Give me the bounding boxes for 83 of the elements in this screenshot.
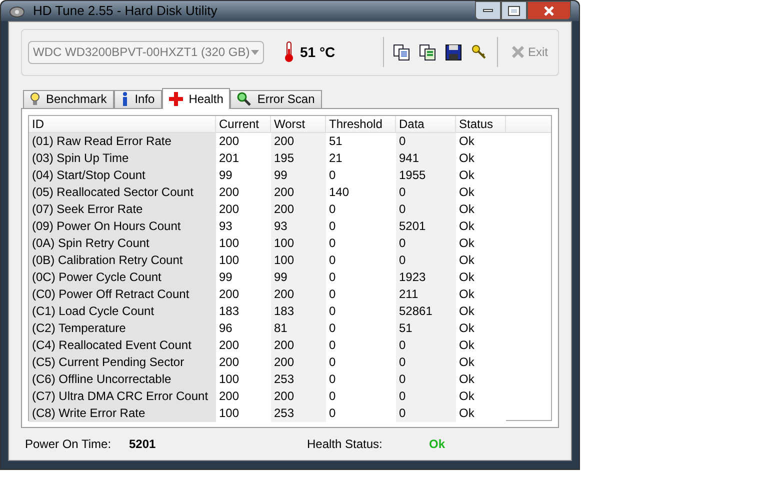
thermometer-icon — [284, 41, 294, 63]
close-button[interactable] — [527, 1, 571, 20]
table-cell: (C7) Ultra DMA CRC Error Count — [29, 388, 216, 404]
column-header[interactable]: Current — [216, 116, 271, 132]
power-on-label: Power On Time: — [25, 436, 112, 452]
table-cell: 1955 — [396, 166, 456, 184]
cross-icon — [168, 92, 183, 106]
drive-dropdown[interactable]: WDC WD3200BPVT-00HXZT1 (320 GB) — [28, 40, 264, 64]
table-cell: 0 — [396, 354, 456, 370]
table-cell: 195 — [271, 150, 326, 166]
column-header[interactable]: Status — [456, 116, 506, 132]
table-cell: 93 — [271, 218, 326, 234]
table-cell: 200 — [271, 354, 326, 370]
column-header[interactable]: Worst — [271, 116, 326, 132]
tab[interactable]: Health — [162, 88, 230, 108]
table-cell: (C8) Write Error Rate — [29, 404, 216, 422]
table-cell: (C5) Current Pending Sector — [29, 354, 216, 370]
table-cell: 200 — [271, 184, 326, 200]
table-cell: (C2) Temperature — [29, 320, 216, 336]
table-cell: 0 — [396, 336, 456, 354]
dropdown-arrow-icon — [251, 50, 259, 54]
health-status-label: Health Status: — [307, 436, 384, 452]
info-icon — [120, 92, 129, 106]
table-cell: 200 — [271, 286, 326, 302]
table-cell: 0 — [396, 404, 456, 422]
table-cell: (0B) Calibration Retry Count — [29, 252, 216, 268]
table-cell: (C1) Load Cycle Count — [29, 302, 216, 320]
table-cell: 5201 — [396, 218, 456, 234]
table-cell: (C4) Reallocated Event Count — [29, 336, 216, 354]
table-cell: 200 — [271, 132, 326, 150]
tab[interactable]: Benchmark — [23, 90, 114, 108]
table-cell: 0 — [396, 370, 456, 388]
table-cell: 0 — [396, 184, 456, 200]
copy-all-icon[interactable] — [418, 44, 436, 60]
keys-icon[interactable] — [470, 44, 488, 60]
table-cell: 0 — [396, 234, 456, 252]
copy-icon[interactable] — [392, 44, 410, 60]
table-cell: (C0) Power Off Retract Count — [29, 286, 216, 302]
table-cell: 0 — [396, 200, 456, 218]
table-cell: 100 — [271, 234, 326, 252]
table-cell: (01) Raw Read Error Rate — [29, 132, 216, 150]
temperature: 51 °C — [300, 42, 336, 62]
table-cell: 0 — [396, 388, 456, 404]
column-header[interactable]: Data — [396, 116, 456, 132]
table-cell: (C6) Offline Uncorrectable — [29, 370, 216, 388]
close-icon — [544, 6, 554, 16]
table-cell: 1923 — [396, 268, 456, 286]
table-cell: (09) Power On Hours Count — [29, 218, 216, 234]
maximize-button[interactable] — [501, 1, 527, 20]
table-cell: (05) Reallocated Sector Count — [29, 184, 216, 200]
table-cell: 211 — [396, 286, 456, 302]
magnifier-icon — [237, 92, 252, 106]
table-cell: 253 — [271, 404, 326, 422]
column-header[interactable]: Threshold — [326, 116, 396, 132]
tab[interactable]: Info — [114, 90, 162, 108]
table-cell: 0 — [396, 132, 456, 150]
table-cell: 200 — [271, 200, 326, 218]
column-header[interactable]: ID — [29, 116, 216, 132]
table-cell: 52861 — [396, 302, 456, 320]
table-cell: (07) Seek Error Rate — [29, 200, 216, 218]
power-on-value: 5201 — [129, 436, 157, 452]
table-cell: 941 — [396, 150, 456, 166]
window-title: HD Tune 2.55 - Hard Disk Utility — [33, 2, 218, 20]
table-cell: 81 — [271, 320, 326, 336]
table-cell: (0C) Power Cycle Count — [29, 268, 216, 286]
table-cell: 200 — [271, 336, 326, 354]
table-cell: (03) Spin Up Time — [29, 150, 216, 166]
table-cell: 99 — [271, 268, 326, 286]
minimize-button[interactable] — [475, 1, 501, 20]
table-cell: 183 — [271, 302, 326, 320]
table-cell: 253 — [271, 370, 326, 388]
table-cell: 99 — [271, 166, 326, 184]
table-cell: 200 — [271, 388, 326, 404]
health-status-value: Ok — [429, 436, 446, 452]
bulb-icon — [30, 92, 40, 106]
table-cell: 0 — [396, 252, 456, 268]
tab[interactable]: Error Scan — [230, 90, 322, 108]
table-cell: 100 — [271, 252, 326, 268]
table-cell: (04) Start/Stop Count — [29, 166, 216, 184]
table-cell: 51 — [396, 320, 456, 336]
save-icon[interactable] — [444, 44, 462, 60]
close-icon — [512, 46, 524, 58]
table-cell: (0A) Spin Retry Count — [29, 234, 216, 252]
